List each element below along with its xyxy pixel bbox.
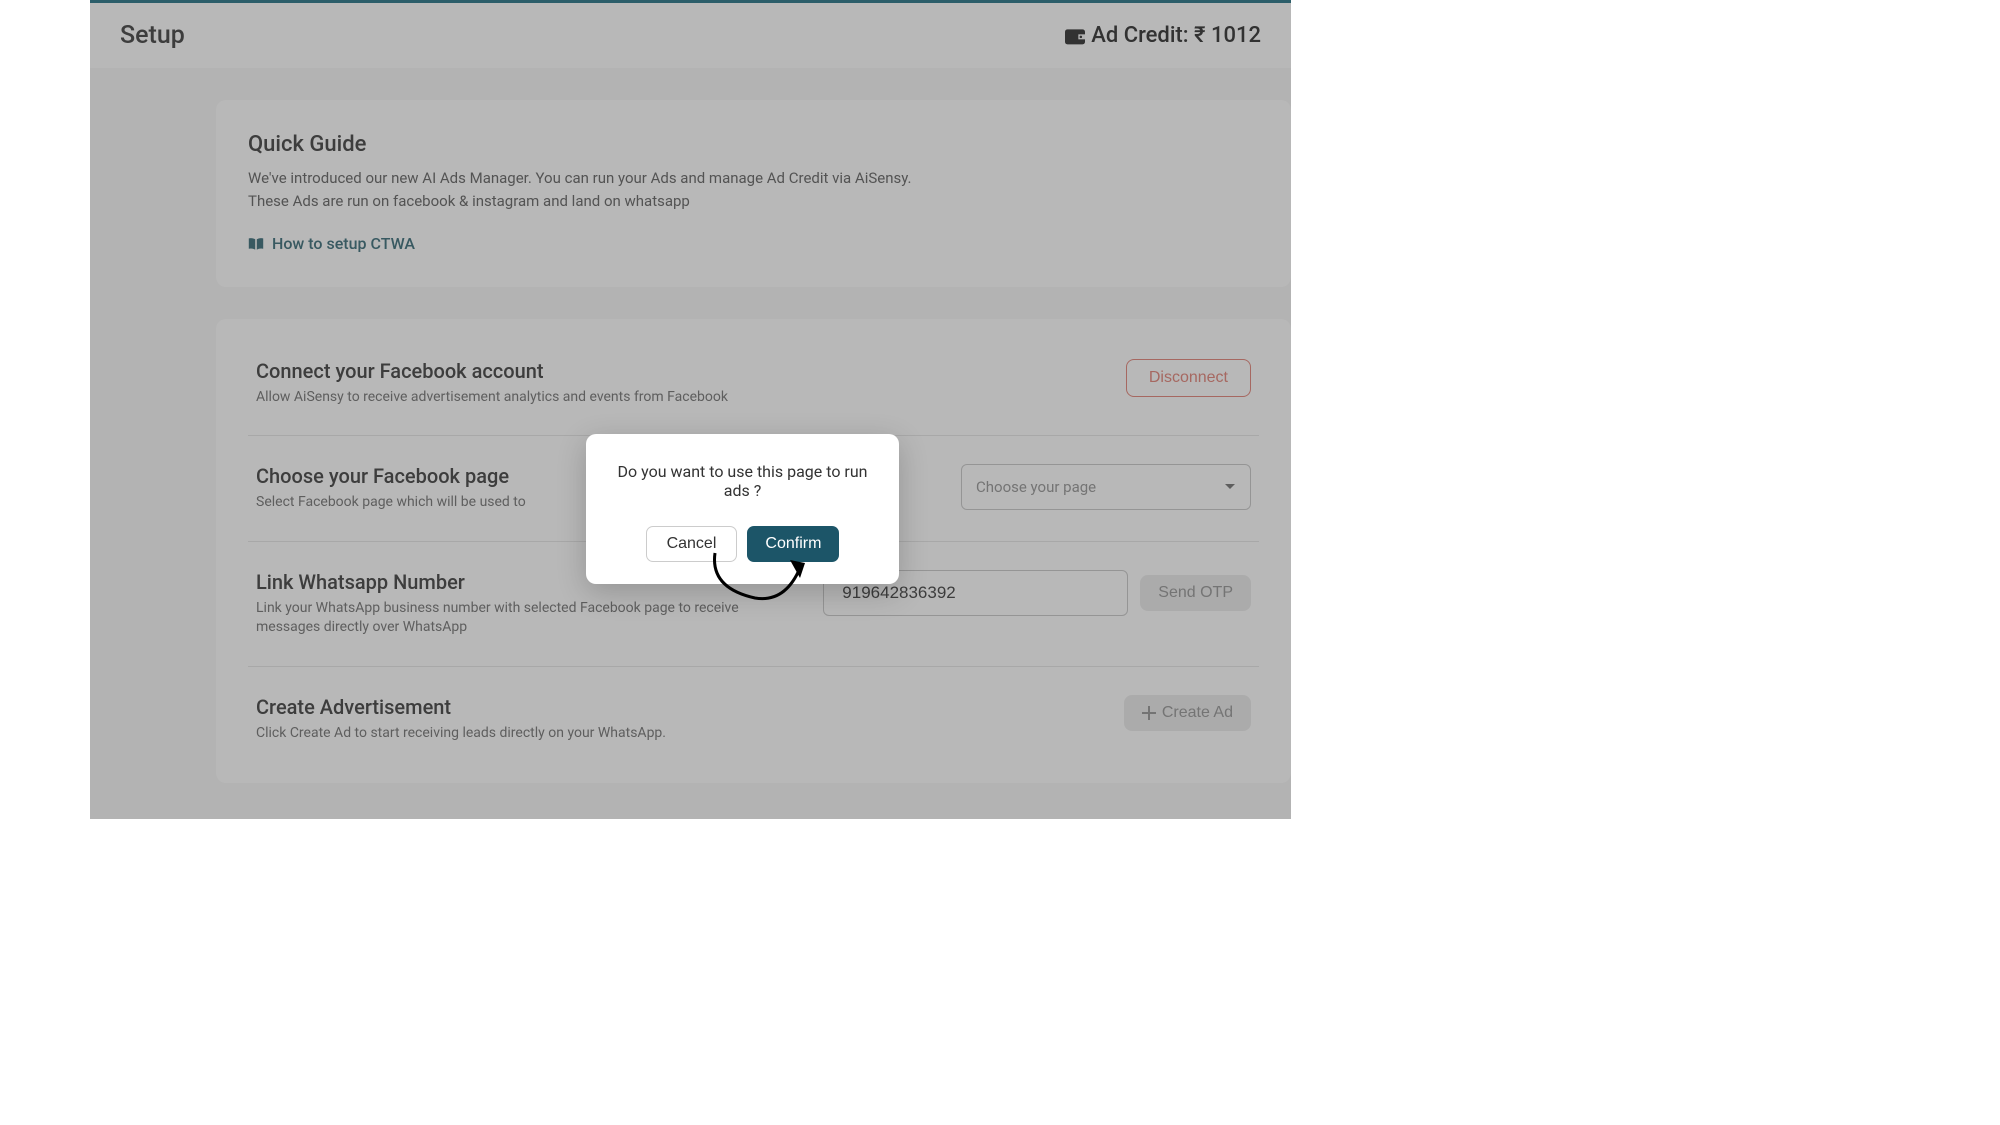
modal-buttons: Cancel Confirm [610,526,875,562]
modal-message: Do you want to use this page to run ads … [610,462,875,500]
app-container: Setup Ad Credit: ₹ 1012 Quick Guide We'v… [90,0,1291,819]
cancel-button[interactable]: Cancel [646,526,738,562]
confirm-button[interactable]: Confirm [747,526,839,562]
modal-overlay[interactable] [90,3,1291,819]
confirm-modal: Do you want to use this page to run ads … [586,434,899,584]
